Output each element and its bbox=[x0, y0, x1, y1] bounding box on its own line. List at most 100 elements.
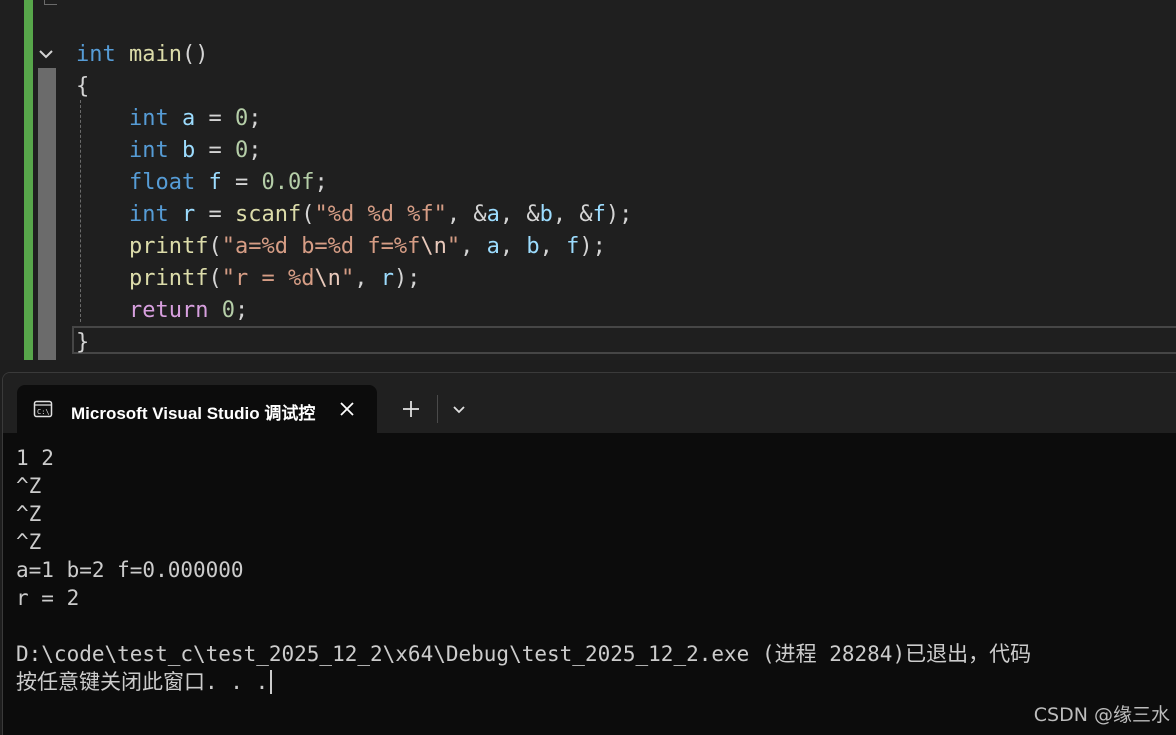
close-icon[interactable] bbox=[335, 397, 359, 421]
code-line: } bbox=[76, 327, 89, 359]
console-line: ^Z bbox=[16, 530, 42, 554]
code-token: a bbox=[486, 202, 500, 227]
code-token: ( bbox=[208, 266, 222, 291]
code-line: int main() bbox=[76, 39, 208, 71]
code-token: "%d %d %f" bbox=[314, 202, 447, 227]
code-line: { bbox=[76, 71, 89, 103]
code-token: int bbox=[128, 106, 169, 131]
code-token: ; bbox=[314, 170, 328, 195]
code-token: return bbox=[128, 298, 209, 323]
change-tracking-margin bbox=[24, 0, 33, 360]
code-token: ); bbox=[393, 266, 421, 291]
code-token: , & bbox=[446, 202, 487, 227]
code-line: int a = 0; bbox=[76, 103, 262, 135]
code-token: b bbox=[539, 202, 553, 227]
console-line: ^Z bbox=[16, 474, 42, 498]
code-token: float bbox=[128, 170, 196, 195]
code-token: f bbox=[566, 234, 580, 259]
code-token: int bbox=[128, 138, 169, 163]
code-token: \n bbox=[314, 266, 341, 291]
code-token: int bbox=[128, 202, 169, 227]
code-token: b bbox=[526, 234, 540, 259]
code-token: } bbox=[76, 330, 90, 355]
code-token: a bbox=[181, 106, 196, 131]
code-token: = bbox=[195, 202, 235, 227]
tab-debug-console[interactable]: C:\ Microsoft Visual Studio 调试控 bbox=[17, 385, 377, 433]
tab-strip: C:\ Microsoft Visual Studio 调试控 bbox=[3, 373, 1176, 433]
code-token: "a=%d b=%d f=%f bbox=[221, 234, 421, 259]
previous-block-fold-line bbox=[44, 0, 57, 5]
code-token: a bbox=[486, 234, 500, 259]
code-editor[interactable]: int main() { int a = 0; int b = 0; float … bbox=[0, 0, 1176, 360]
console-line: r = 2 bbox=[16, 586, 80, 610]
fold-chevron-icon[interactable] bbox=[36, 44, 56, 64]
console-icon: C:\ bbox=[33, 400, 53, 418]
code-token: , & bbox=[552, 202, 593, 227]
code-line: int b = 0; bbox=[76, 135, 262, 167]
code-token: int bbox=[76, 42, 116, 67]
code-token: { bbox=[76, 74, 90, 99]
code-token: main bbox=[129, 42, 182, 67]
text-cursor bbox=[270, 670, 273, 694]
code-token: " bbox=[340, 266, 355, 291]
code-token: , bbox=[354, 266, 381, 291]
terminal-window[interactable]: C:\ Microsoft Visual Studio 调试控 1 2 ^Z ^… bbox=[2, 372, 1176, 735]
code-token: () bbox=[181, 42, 209, 67]
console-line: ^Z bbox=[16, 502, 42, 526]
code-line: printf("r = %d\n", r); bbox=[76, 263, 420, 295]
code-token: 0 bbox=[234, 138, 249, 163]
code-token: ( bbox=[208, 234, 222, 259]
code-token: = bbox=[221, 170, 262, 195]
code-token: ; bbox=[248, 106, 262, 131]
chevron-down-icon[interactable] bbox=[447, 397, 471, 421]
watermark: CSDN @缘三水 bbox=[1033, 704, 1170, 726]
code-token: ( bbox=[301, 202, 315, 227]
code-token: printf bbox=[128, 234, 209, 259]
code-token: = bbox=[195, 106, 235, 131]
current-line-highlight bbox=[72, 326, 1176, 354]
tab-strip-divider bbox=[437, 395, 438, 423]
code-token: \n bbox=[420, 234, 447, 259]
console-output[interactable]: 1 2 ^Z ^Z ^Z a=1 b=2 f=0.000000 r = 2 D:… bbox=[3, 433, 1176, 735]
code-token: scanf bbox=[234, 202, 302, 227]
code-token: ); bbox=[605, 202, 633, 227]
code-line: printf("a=%d b=%d f=%f\n", a, b, f); bbox=[76, 231, 606, 263]
code-token: f bbox=[592, 202, 606, 227]
code-token: b bbox=[181, 138, 196, 163]
code-token: printf bbox=[128, 266, 209, 291]
code-token: 0.0f bbox=[261, 170, 315, 195]
console-line: D:\code\test_c\test_2025_12_2\x64\Debug\… bbox=[16, 642, 1032, 666]
tab-title: Microsoft Visual Studio 调试控 bbox=[71, 404, 316, 423]
console-line: 1 2 bbox=[16, 446, 54, 470]
code-token: ); bbox=[579, 234, 606, 259]
console-prompt-line: 按任意键关闭此窗口. . . bbox=[16, 668, 273, 696]
code-token: 0 bbox=[234, 106, 249, 131]
code-token: , bbox=[499, 234, 527, 259]
code-token: , bbox=[460, 234, 487, 259]
code-line: return 0; bbox=[76, 295, 248, 327]
plus-icon[interactable] bbox=[399, 397, 423, 421]
code-token: r bbox=[181, 202, 196, 227]
code-token: = bbox=[195, 138, 235, 163]
code-token: ; bbox=[234, 298, 249, 323]
code-token: r bbox=[380, 266, 394, 291]
code-line: int r = scanf("%d %d %f", &a, &b, &f); bbox=[76, 199, 632, 231]
code-line: float f = 0.0f; bbox=[76, 167, 328, 199]
fold-region-indicator bbox=[38, 68, 56, 360]
code-token: " bbox=[446, 234, 461, 259]
code-token: , bbox=[539, 234, 567, 259]
code-token: "r = %d bbox=[221, 266, 315, 291]
svg-text:C:\: C:\ bbox=[37, 408, 50, 416]
code-token: ; bbox=[248, 138, 262, 163]
console-line: a=1 b=2 f=0.000000 bbox=[16, 558, 244, 582]
